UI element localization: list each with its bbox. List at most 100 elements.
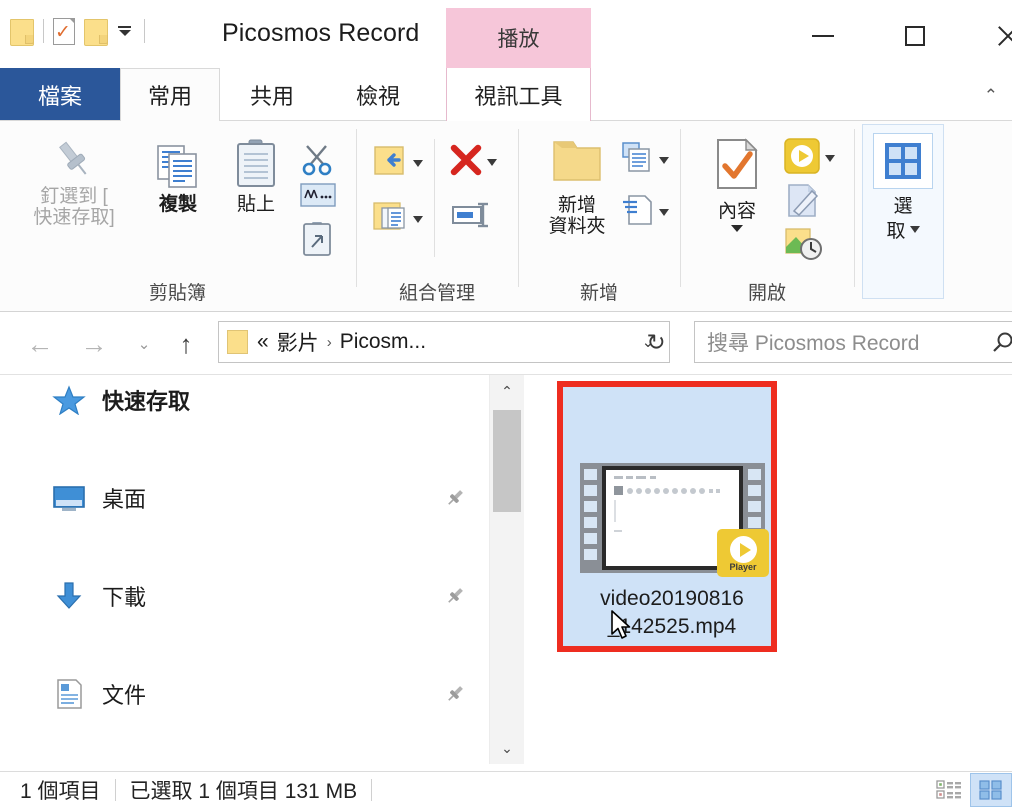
new-folder-button[interactable]: 新增 資料夾 — [533, 137, 621, 238]
details-view-icon — [936, 780, 961, 799]
search-icon[interactable] — [991, 330, 1012, 360]
contextual-tab-header-label: 播放 — [497, 28, 540, 51]
select-line1: 選 — [893, 196, 913, 217]
copy-to-button[interactable] — [373, 199, 423, 240]
history-button[interactable] — [785, 227, 823, 266]
large-icons-view-icon — [979, 780, 1002, 800]
copy-button[interactable]: 複製 — [140, 143, 216, 216]
up-button[interactable]: ↑ — [166, 326, 206, 362]
qat-separator — [43, 19, 44, 43]
easy-access-button[interactable] — [621, 193, 669, 232]
scroll-up-button[interactable]: ⌃ — [490, 375, 524, 407]
star-icon — [52, 384, 86, 415]
view-mode-buttons — [928, 772, 1012, 808]
delete-caret-icon[interactable] — [487, 159, 497, 166]
file-item-name-line1: video20190816 — [600, 587, 744, 610]
folder-icon[interactable] — [10, 18, 34, 46]
cut-button[interactable] — [300, 143, 334, 182]
open-with-caret-icon[interactable] — [825, 155, 835, 162]
select-caret-icon[interactable] — [909, 226, 920, 233]
rename-button[interactable] — [451, 201, 491, 234]
tab-share[interactable]: 共用 — [224, 68, 320, 121]
open-with-button[interactable] — [783, 137, 835, 180]
minimize-button[interactable] — [790, 14, 856, 58]
copy-icon — [155, 143, 201, 189]
qat-separator-2 — [144, 19, 145, 43]
file-list-pane[interactable]: Player video20190816 _142525.mp4 — [524, 375, 1012, 764]
paste-shortcut-button[interactable] — [302, 221, 332, 262]
large-icons-view-button[interactable] — [970, 773, 1012, 807]
ribbon-group-organise: 組合管理 — [357, 121, 517, 311]
properties-label: 內容 — [717, 201, 756, 222]
breadcrumb-item-videos[interactable]: 影片 — [277, 327, 319, 357]
search-input[interactable]: 搜尋 Picosmos Record — [707, 327, 919, 357]
ribbon-group-select[interactable]: 選 取 選取 — [862, 124, 944, 299]
pin-icon[interactable] — [437, 484, 470, 517]
copy-to-icon — [373, 199, 409, 240]
new-item-button[interactable] — [621, 141, 669, 180]
file-item-name: video20190816 _142525.mp4 — [567, 585, 777, 641]
close-button[interactable] — [974, 14, 1012, 58]
paste-shortcut-icon — [302, 221, 332, 262]
properties-check-icon — [713, 137, 761, 196]
ribbon-group-clipboard: 釘選到 [ 快速存取] 複製 貼上 剪貼簿 — [0, 121, 355, 311]
paste-icon — [235, 139, 277, 189]
pin-to-quick-access-button[interactable]: 釘選到 [ 快速存取] — [14, 137, 134, 229]
window-title: Picosmos Record — [222, 19, 420, 47]
new-item-caret-icon[interactable] — [659, 157, 669, 164]
contextual-tab-header[interactable]: 播放 — [446, 8, 591, 68]
file-item-video[interactable]: Player video20190816 _142525.mp4 — [557, 381, 777, 652]
details-view-button[interactable] — [928, 773, 970, 807]
select-button[interactable]: 選 取 — [871, 133, 935, 243]
customize-dropdown-icon[interactable] — [118, 26, 131, 36]
properties-icon[interactable]: ✓ — [53, 18, 75, 45]
new-folder-icon[interactable] — [84, 18, 108, 46]
edit-pencil-icon — [785, 183, 821, 224]
delete-button[interactable] — [449, 143, 497, 182]
sidebar-item-documents[interactable]: 文件 — [0, 669, 487, 718]
pin-icon[interactable] — [437, 680, 470, 713]
tab-file[interactable]: 檔案 — [0, 68, 120, 121]
pin-icon — [52, 137, 96, 181]
navigation-pane-scrollbar[interactable]: ⌃ ⌄ — [489, 375, 524, 764]
ribbon-group-open-label: 開啟 — [747, 283, 786, 304]
sidebar-item-quick-access[interactable]: 快速存取 — [0, 375, 487, 424]
move-to-caret-icon[interactable] — [413, 160, 423, 167]
move-to-button[interactable] — [373, 143, 423, 184]
scroll-down-button[interactable]: ⌄ — [490, 732, 524, 764]
tab-home[interactable]: 常用 — [120, 68, 220, 121]
copy-to-caret-icon[interactable] — [413, 216, 423, 223]
search-box[interactable]: 搜尋 Picosmos Record — [694, 321, 1012, 363]
explorer-content: 快速存取 桌面 下載 文件 ⌃ ⌄ Player video20190816 _… — [0, 374, 1012, 764]
sidebar-item-downloads-label: 下載 — [102, 584, 147, 610]
refresh-button[interactable]: ↻ — [636, 321, 676, 363]
address-folder-icon — [227, 330, 249, 354]
scrollbar-thumb[interactable] — [493, 410, 521, 512]
tab-video-tools[interactable]: 視訊工具 — [446, 68, 591, 121]
maximize-button[interactable] — [882, 14, 948, 58]
properties-caret-icon[interactable] — [731, 225, 743, 232]
sidebar-item-downloads[interactable]: 下載 — [0, 571, 487, 620]
breadcrumb-item-current[interactable]: Picosm... — [340, 330, 426, 354]
easy-access-caret-icon[interactable] — [659, 209, 669, 216]
recent-locations-button[interactable]: ⌄ — [124, 326, 164, 362]
properties-button[interactable]: 內容 — [695, 137, 779, 232]
move-to-icon — [373, 143, 409, 184]
paste-button[interactable]: 貼上 — [218, 139, 294, 216]
new-item-icon — [621, 141, 655, 180]
forward-button[interactable]: → — [74, 326, 114, 362]
copy-path-button[interactable] — [300, 183, 336, 212]
easy-access-icon — [621, 193, 655, 232]
tab-view[interactable]: 檢視 — [330, 68, 426, 121]
ribbon-collapse-icon[interactable]: ⌃ — [984, 86, 998, 106]
edit-button[interactable] — [785, 183, 821, 224]
breadcrumb-overflow-icon[interactable]: « — [257, 330, 269, 354]
address-path-box[interactable]: « 影片 › Picosm... ⌄ — [218, 321, 670, 363]
video-film-icon: Player — [580, 463, 769, 577]
ribbon-group-organise-label: 組合管理 — [398, 283, 475, 304]
new-folder-line2: 資料夾 — [548, 216, 606, 237]
sidebar-item-desktop[interactable]: 桌面 — [0, 473, 487, 522]
back-button[interactable]: ← — [20, 326, 60, 362]
pin-icon[interactable] — [437, 582, 470, 615]
breadcrumb-separator-icon: › — [326, 333, 332, 351]
